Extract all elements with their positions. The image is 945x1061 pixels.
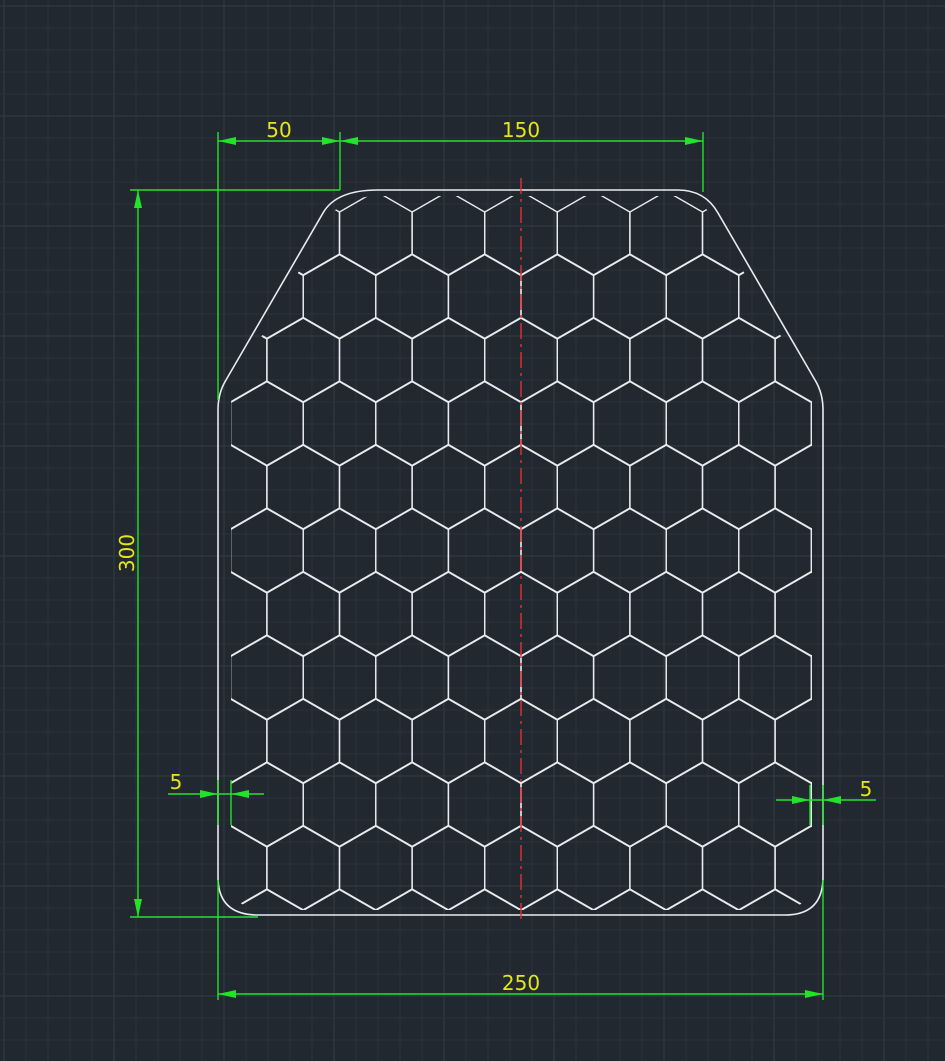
hexagon-cell (701, 571, 776, 657)
dim-label-right-margin: 5 (860, 777, 873, 801)
dimension-lines (130, 132, 876, 1000)
hexagon-cell (266, 698, 341, 784)
hexagon-cell (231, 317, 268, 403)
hexagon-cell (774, 444, 812, 530)
hexagon-cell (592, 253, 667, 340)
background-grid (0, 0, 945, 1061)
hexagon-grid (231, 196, 812, 910)
hexagon-cell (338, 698, 413, 784)
hexagon-cell (774, 698, 812, 784)
hexagon-cell (629, 571, 704, 657)
hexagon-cell (592, 888, 667, 910)
dim-label-top-center: 150 (502, 118, 540, 142)
hexagon-cell (592, 634, 667, 721)
dim-label-bottom: 250 (502, 971, 540, 995)
hexagon-cell (665, 761, 740, 848)
hexagon-cell (338, 444, 413, 530)
hexagon-cell (774, 571, 812, 657)
hexagon-cell (484, 444, 558, 530)
hexagon-cell (231, 634, 304, 721)
hexagon-cell (774, 825, 812, 910)
hexagon-cell (738, 507, 812, 594)
hexagon-cell (738, 761, 812, 848)
hexagon-cell (738, 888, 812, 910)
hexagon-cell (810, 888, 812, 910)
hexagon-cell (266, 571, 341, 657)
hexagon-cell (231, 761, 304, 848)
hexagon-cell (592, 507, 667, 594)
hexagon-cell (629, 698, 704, 784)
hexagon-cell (302, 888, 377, 910)
hexagon-cell (556, 698, 631, 784)
hexagon-cell (231, 507, 304, 594)
hexagon-cell (411, 571, 486, 657)
hexagon-cell (266, 825, 341, 910)
hexagon-cell (231, 444, 268, 530)
hexagon-cell (338, 571, 413, 657)
dim-label-height: 300 (115, 534, 139, 572)
hexagon-cell (629, 444, 704, 530)
cad-drawing-area[interactable]: 50 150 300 250 5 5 (0, 0, 945, 1061)
hexagon-cell (701, 825, 776, 910)
hexagon-cell (411, 698, 486, 784)
hexagon-cell (411, 444, 486, 530)
hexagon-cell (701, 444, 776, 530)
hexagon-cell (375, 634, 450, 721)
hexagon-cell (665, 507, 740, 594)
hexagon-cell (302, 634, 377, 721)
hexagon-cell (665, 634, 740, 721)
dim-label-left-margin: 5 (170, 770, 183, 794)
hexagon-cell (701, 317, 776, 403)
hexagon-cell (266, 444, 341, 530)
hexagon-cell (375, 888, 450, 910)
hexagon-cell (231, 698, 268, 784)
hexagon-cell (375, 761, 450, 848)
hexagon-cell (231, 888, 304, 910)
hexagon-cell (375, 253, 450, 340)
hexagon-cell (302, 253, 377, 340)
hexagon-cell (629, 317, 704, 403)
hexagon-cell (629, 825, 704, 910)
hexagon-cell (231, 825, 268, 910)
hexagon-cell (302, 507, 377, 594)
hexagon-cell (738, 634, 812, 721)
hexagon-cell (592, 761, 667, 848)
hexagon-cell (231, 571, 268, 657)
hexagon-cell (375, 507, 450, 594)
hexagon-cell (810, 253, 812, 340)
hexagon-cell (701, 698, 776, 784)
hexagon-cell (266, 317, 341, 403)
dim-label-top-left: 50 (266, 118, 291, 142)
hexagon-cell (302, 761, 377, 848)
cad-canvas[interactable]: 50 150 300 250 5 5 (0, 0, 945, 1061)
hexagon-cell (665, 888, 740, 910)
hexagon-cell (556, 571, 631, 657)
hexagon-cell (411, 825, 486, 910)
hexagon-cell (556, 825, 631, 910)
hexagon-cell (665, 253, 740, 340)
hexagon-cell (338, 317, 413, 403)
hexagon-cell (556, 444, 631, 530)
hexagon-cell (338, 825, 413, 910)
hexagon-cell (411, 317, 486, 403)
hexagon-cell (556, 317, 631, 403)
